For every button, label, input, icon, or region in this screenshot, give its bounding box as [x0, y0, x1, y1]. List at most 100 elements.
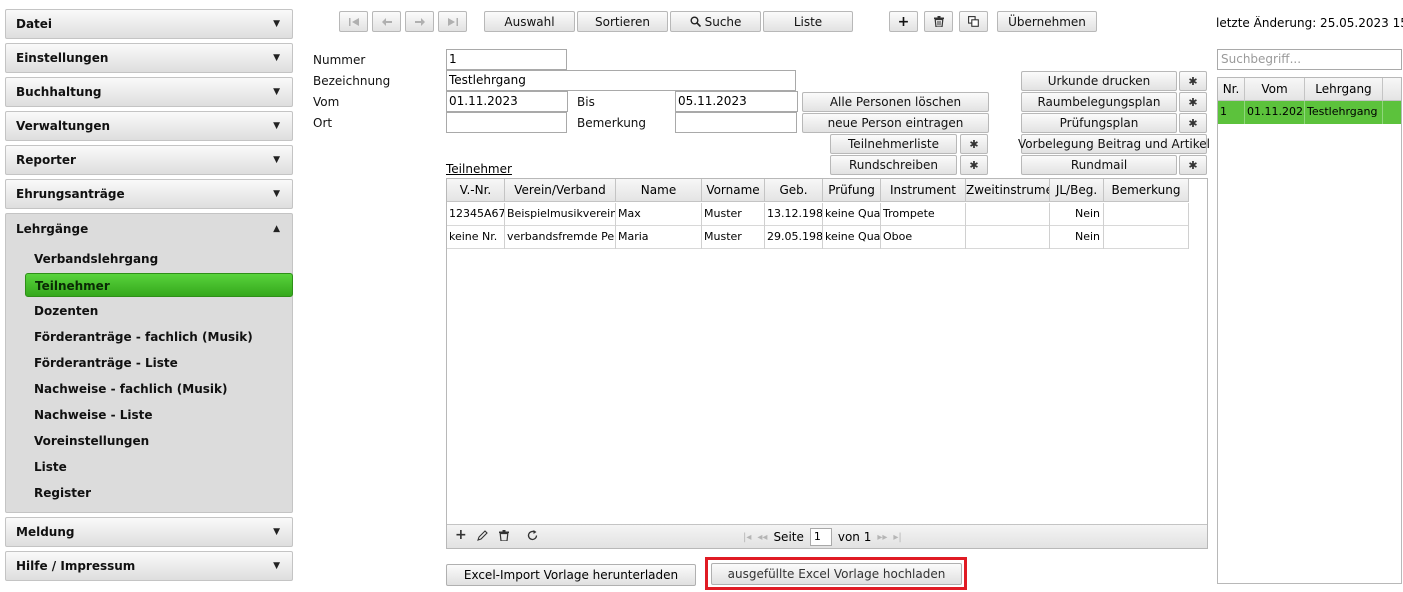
gear-icon: ✱ [1188, 95, 1198, 109]
pencil-icon[interactable] [477, 530, 488, 544]
nav-lehrgaenge-section: Lehrgänge ▲ Verbandslehrgang Teilnehmer D… [5, 213, 293, 513]
delete-button[interactable] [924, 11, 953, 32]
gear-icon: ✱ [969, 137, 979, 151]
nav-sub-liste[interactable]: Liste [6, 454, 292, 480]
first-page-icon[interactable]: |◂ [743, 532, 751, 543]
prev-page-icon[interactable]: ◂◂ [757, 532, 767, 543]
neue-person-eintragen-button[interactable]: neue Person eintragen [802, 113, 989, 133]
nav-sub-dozenten[interactable]: Dozenten [6, 298, 292, 324]
page-number-input[interactable]: 1 [809, 528, 832, 546]
highlight-box [705, 557, 967, 590]
rundschreiben-button[interactable]: Rundschreiben [830, 155, 957, 175]
uebernehmen-button[interactable]: Übernehmen [997, 11, 1097, 32]
nav-sub-nachweise-liste[interactable]: Nachweise - Liste [6, 402, 292, 428]
rundmail-settings-button[interactable]: ✱ [1179, 155, 1207, 175]
pager: |◂ ◂◂ Seite 1 von 1 ▸▸ ▸| [743, 528, 902, 546]
col-instrument[interactable]: Instrument [881, 179, 966, 202]
search-input[interactable]: Suchbegriff... [1217, 49, 1402, 70]
vom-input[interactable]: 01.11.2023 [446, 91, 568, 112]
nav-sub-teilnehmer[interactable]: Teilnehmer [25, 273, 293, 297]
refresh-icon[interactable] [527, 530, 538, 544]
col-zweitinstrument[interactable]: Zweitinstrument [966, 179, 1050, 202]
nav-sub-nachweise-fachlich[interactable]: Nachweise - fachlich (Musik) [6, 376, 292, 402]
rundschreiben-settings-button[interactable]: ✱ [960, 155, 988, 175]
table-row[interactable]: keine Nr. verbandsfremde Person Maria Mu… [447, 226, 1189, 249]
copy-icon [968, 16, 979, 27]
nav-sub-register[interactable]: Register [6, 480, 292, 506]
nav-datei[interactable]: Datei ▼ [5, 9, 293, 39]
arrow-left-icon [381, 17, 392, 26]
col-jl-beg[interactable]: JL/Beg. [1050, 179, 1104, 202]
urkunde-drucken-button[interactable]: Urkunde drucken [1021, 71, 1177, 91]
raumbelegungsplan-settings-button[interactable]: ✱ [1179, 92, 1207, 112]
auswahl-button[interactable]: Auswahl [484, 11, 575, 32]
bemerkung-input[interactable] [675, 112, 797, 133]
alle-personen-loeschen-button[interactable]: Alle Personen löschen [802, 92, 989, 112]
gear-icon: ✱ [1188, 74, 1198, 88]
nav-sub-voreinstellungen[interactable]: Voreinstellungen [6, 428, 292, 454]
vorbelegung-button[interactable]: Vorbelegung Beitrag und Artikel [1018, 134, 1210, 154]
pruefungsplan-settings-button[interactable]: ✱ [1179, 113, 1207, 133]
chevron-down-icon: ▼ [273, 121, 280, 131]
chevron-down-icon: ▼ [273, 19, 280, 29]
nav-verwaltungen[interactable]: Verwaltungen ▼ [5, 111, 293, 141]
last-page-icon[interactable]: ▸| [893, 532, 901, 543]
nav-hilfe-impressum[interactable]: Hilfe / Impressum ▼ [5, 551, 293, 581]
chevron-down-icon: ▼ [273, 561, 280, 571]
arrow-right-icon [414, 17, 425, 26]
nav-meldung[interactable]: Meldung ▼ [5, 517, 293, 547]
bemerkung-label: Bemerkung [577, 116, 647, 130]
pruefungsplan-button[interactable]: Prüfungsplan [1021, 113, 1177, 133]
teilnehmerliste-settings-button[interactable]: ✱ [960, 134, 988, 154]
nummer-label: Nummer [313, 53, 366, 67]
trash-icon [933, 16, 944, 27]
raumbelegungsplan-button[interactable]: Raumbelegungsplan [1021, 92, 1177, 112]
copy-button[interactable] [959, 11, 988, 32]
col-verein[interactable]: Verein/Verband [505, 179, 616, 202]
bis-input[interactable]: 05.11.2023 [675, 91, 798, 112]
chevron-down-icon: ▼ [273, 189, 280, 199]
nav-einstellungen[interactable]: Einstellungen ▼ [5, 43, 293, 73]
col-geb[interactable]: Geb. [765, 179, 823, 202]
excel-vorlage-herunterladen-button[interactable]: Excel-Import Vorlage herunterladen [446, 564, 696, 586]
nummer-input[interactable]: 1 [446, 49, 567, 70]
course-list-panel: Nr. Vom Lehrgang 1 01.11.2023 Testlehrga… [1217, 77, 1402, 584]
col-lehrgang[interactable]: Lehrgang [1305, 78, 1383, 101]
last-record-button[interactable] [438, 11, 467, 32]
nav-sub-foerderantraege-liste[interactable]: Förderanträge - Liste [6, 350, 292, 376]
sortieren-button[interactable]: Sortieren [577, 11, 668, 32]
nav-ehrungsantraege[interactable]: Ehrungsanträge ▼ [5, 179, 293, 209]
plus-icon[interactable]: + [455, 527, 467, 543]
nav-sub-verbandslehrgang[interactable]: Verbandslehrgang [6, 246, 292, 272]
col-name[interactable]: Name [616, 179, 702, 202]
trash-icon[interactable] [499, 530, 509, 544]
ort-input[interactable] [446, 112, 567, 133]
rundmail-button[interactable]: Rundmail [1021, 155, 1177, 175]
table-row[interactable]: 12345A678 Beispielmusikverein Max Muster… [447, 203, 1189, 226]
bezeichnung-label: Bezeichnung [313, 74, 391, 88]
prev-record-button[interactable] [372, 11, 401, 32]
next-record-button[interactable] [405, 11, 434, 32]
last-icon [447, 17, 458, 26]
col-vom[interactable]: Vom [1245, 78, 1305, 101]
bezeichnung-input[interactable]: Testlehrgang [446, 70, 796, 91]
suche-button[interactable]: Suche [670, 11, 761, 32]
add-button[interactable]: + [889, 11, 918, 32]
gear-icon: ✱ [969, 158, 979, 172]
teilnehmerliste-button[interactable]: Teilnehmerliste [830, 134, 957, 154]
nav-sub-foerderantraege-fachlich[interactable]: Förderanträge - fachlich (Musik) [6, 324, 292, 350]
liste-button[interactable]: Liste [763, 11, 853, 32]
nav-buchhaltung[interactable]: Buchhaltung ▼ [5, 77, 293, 107]
urkunde-settings-button[interactable]: ✱ [1179, 71, 1207, 91]
col-vnr[interactable]: V.-Nr. [447, 179, 505, 202]
next-page-icon[interactable]: ▸▸ [877, 532, 887, 543]
list-item[interactable]: 1 01.11.2023 Testlehrgang [1218, 101, 1401, 124]
col-pruefung[interactable]: Prüfung [823, 179, 881, 202]
col-bemerkung[interactable]: Bemerkung [1104, 179, 1189, 202]
nav-reporter[interactable]: Reporter ▼ [5, 145, 293, 175]
ort-label: Ort [313, 116, 333, 130]
col-vorname[interactable]: Vorname [702, 179, 765, 202]
first-record-button[interactable] [339, 11, 368, 32]
col-nr[interactable]: Nr. [1218, 78, 1245, 101]
nav-lehrgaenge[interactable]: Lehrgänge ▲ [6, 214, 292, 244]
